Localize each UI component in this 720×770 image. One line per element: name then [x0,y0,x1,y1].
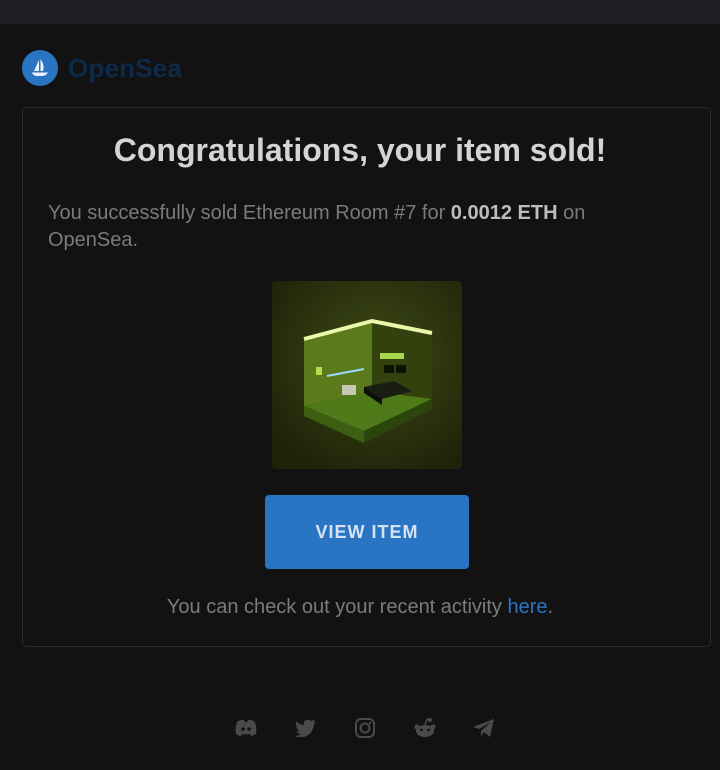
opensea-logo-icon [22,50,58,86]
brand-name: OpenSea [68,52,183,83]
reddit-icon[interactable] [409,712,441,744]
twitter-icon[interactable] [290,712,322,744]
activity-line: You can check out your recent activity h… [0,596,720,619]
activity-link[interactable]: here [507,596,547,618]
email-header: OpenSea [22,50,182,86]
instagram-icon[interactable] [349,712,381,744]
view-item-button[interactable]: VIEW ITEM [265,495,469,569]
telegram-icon[interactable] [468,712,500,744]
message-prefix: You successfully sold Ethereum Room #7 f… [48,202,451,224]
email-title: Congratulations, your item sold! [113,132,607,168]
nft-room-image[interactable] [272,281,462,469]
browser-top-bar [0,0,720,24]
discord-icon[interactable] [230,712,262,744]
activity-text: You can check out your recent activity [166,596,508,618]
social-links [230,712,500,744]
sale-message: You successfully sold Ethereum Room #7 f… [48,200,648,254]
sale-price: 0.0012 ETH [450,202,558,224]
activity-end: . [547,596,554,618]
